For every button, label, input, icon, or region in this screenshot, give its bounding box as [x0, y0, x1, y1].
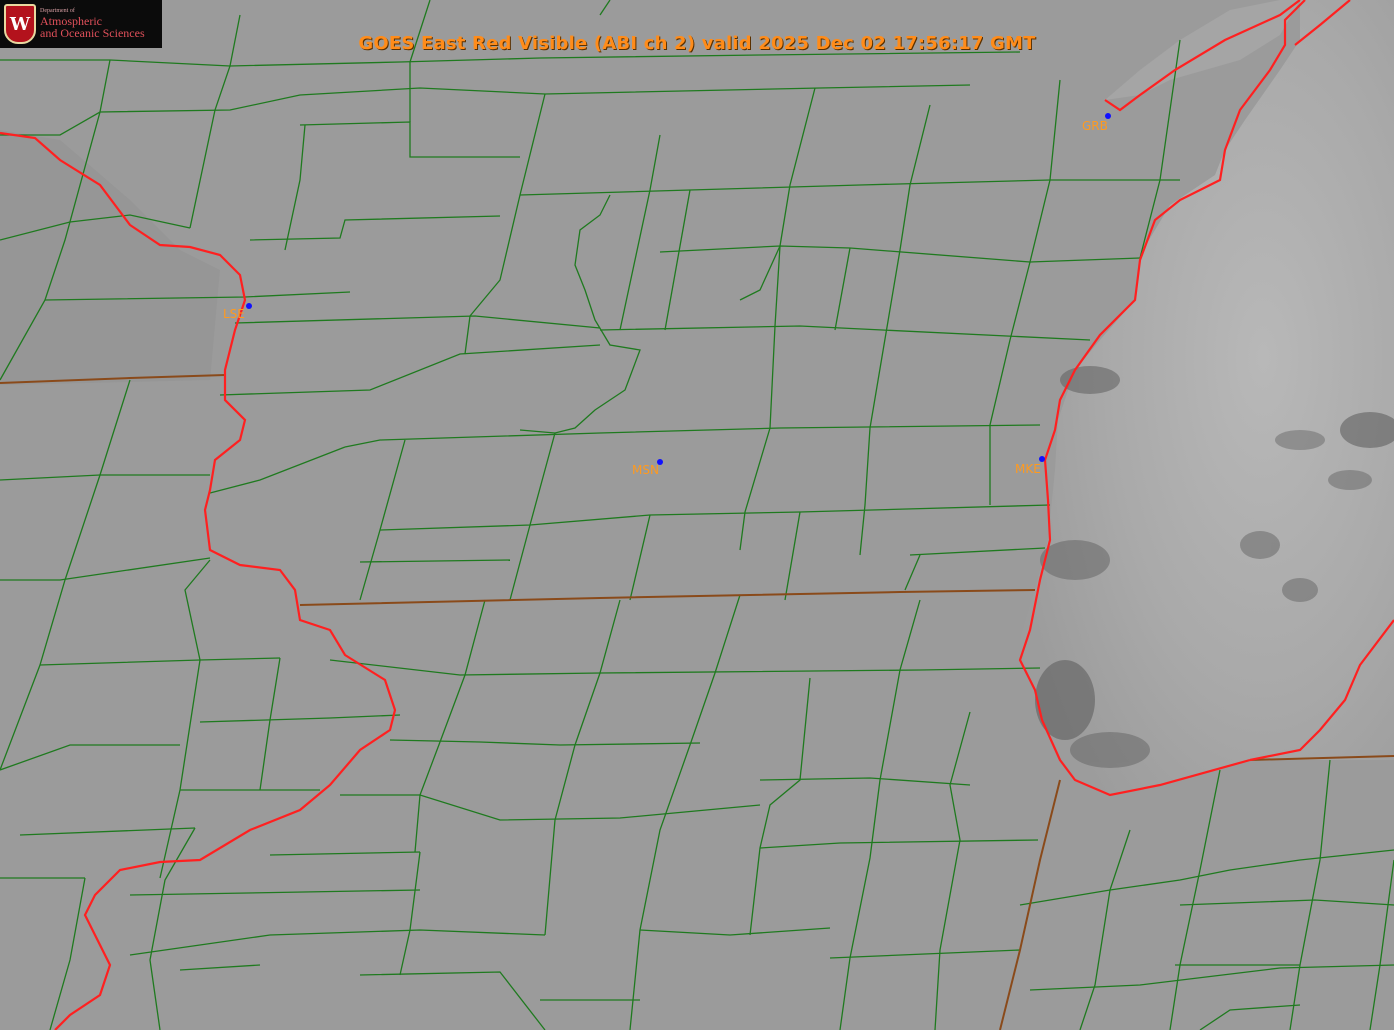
station-label: MKE	[1015, 462, 1041, 476]
station-label: MSN	[632, 463, 659, 477]
satellite-map: GRB LSE MSN MKE	[0, 0, 1394, 1030]
station-label: LSE	[223, 307, 245, 321]
satellite-image-viewer: GRB LSE MSN MKE W Department of Atmosphe…	[0, 0, 1394, 1030]
station-label: GRB	[1082, 119, 1108, 133]
image-title: GOES East Red Visible (ABI ch 2) valid 2…	[358, 33, 1036, 54]
station-dot	[246, 303, 252, 309]
